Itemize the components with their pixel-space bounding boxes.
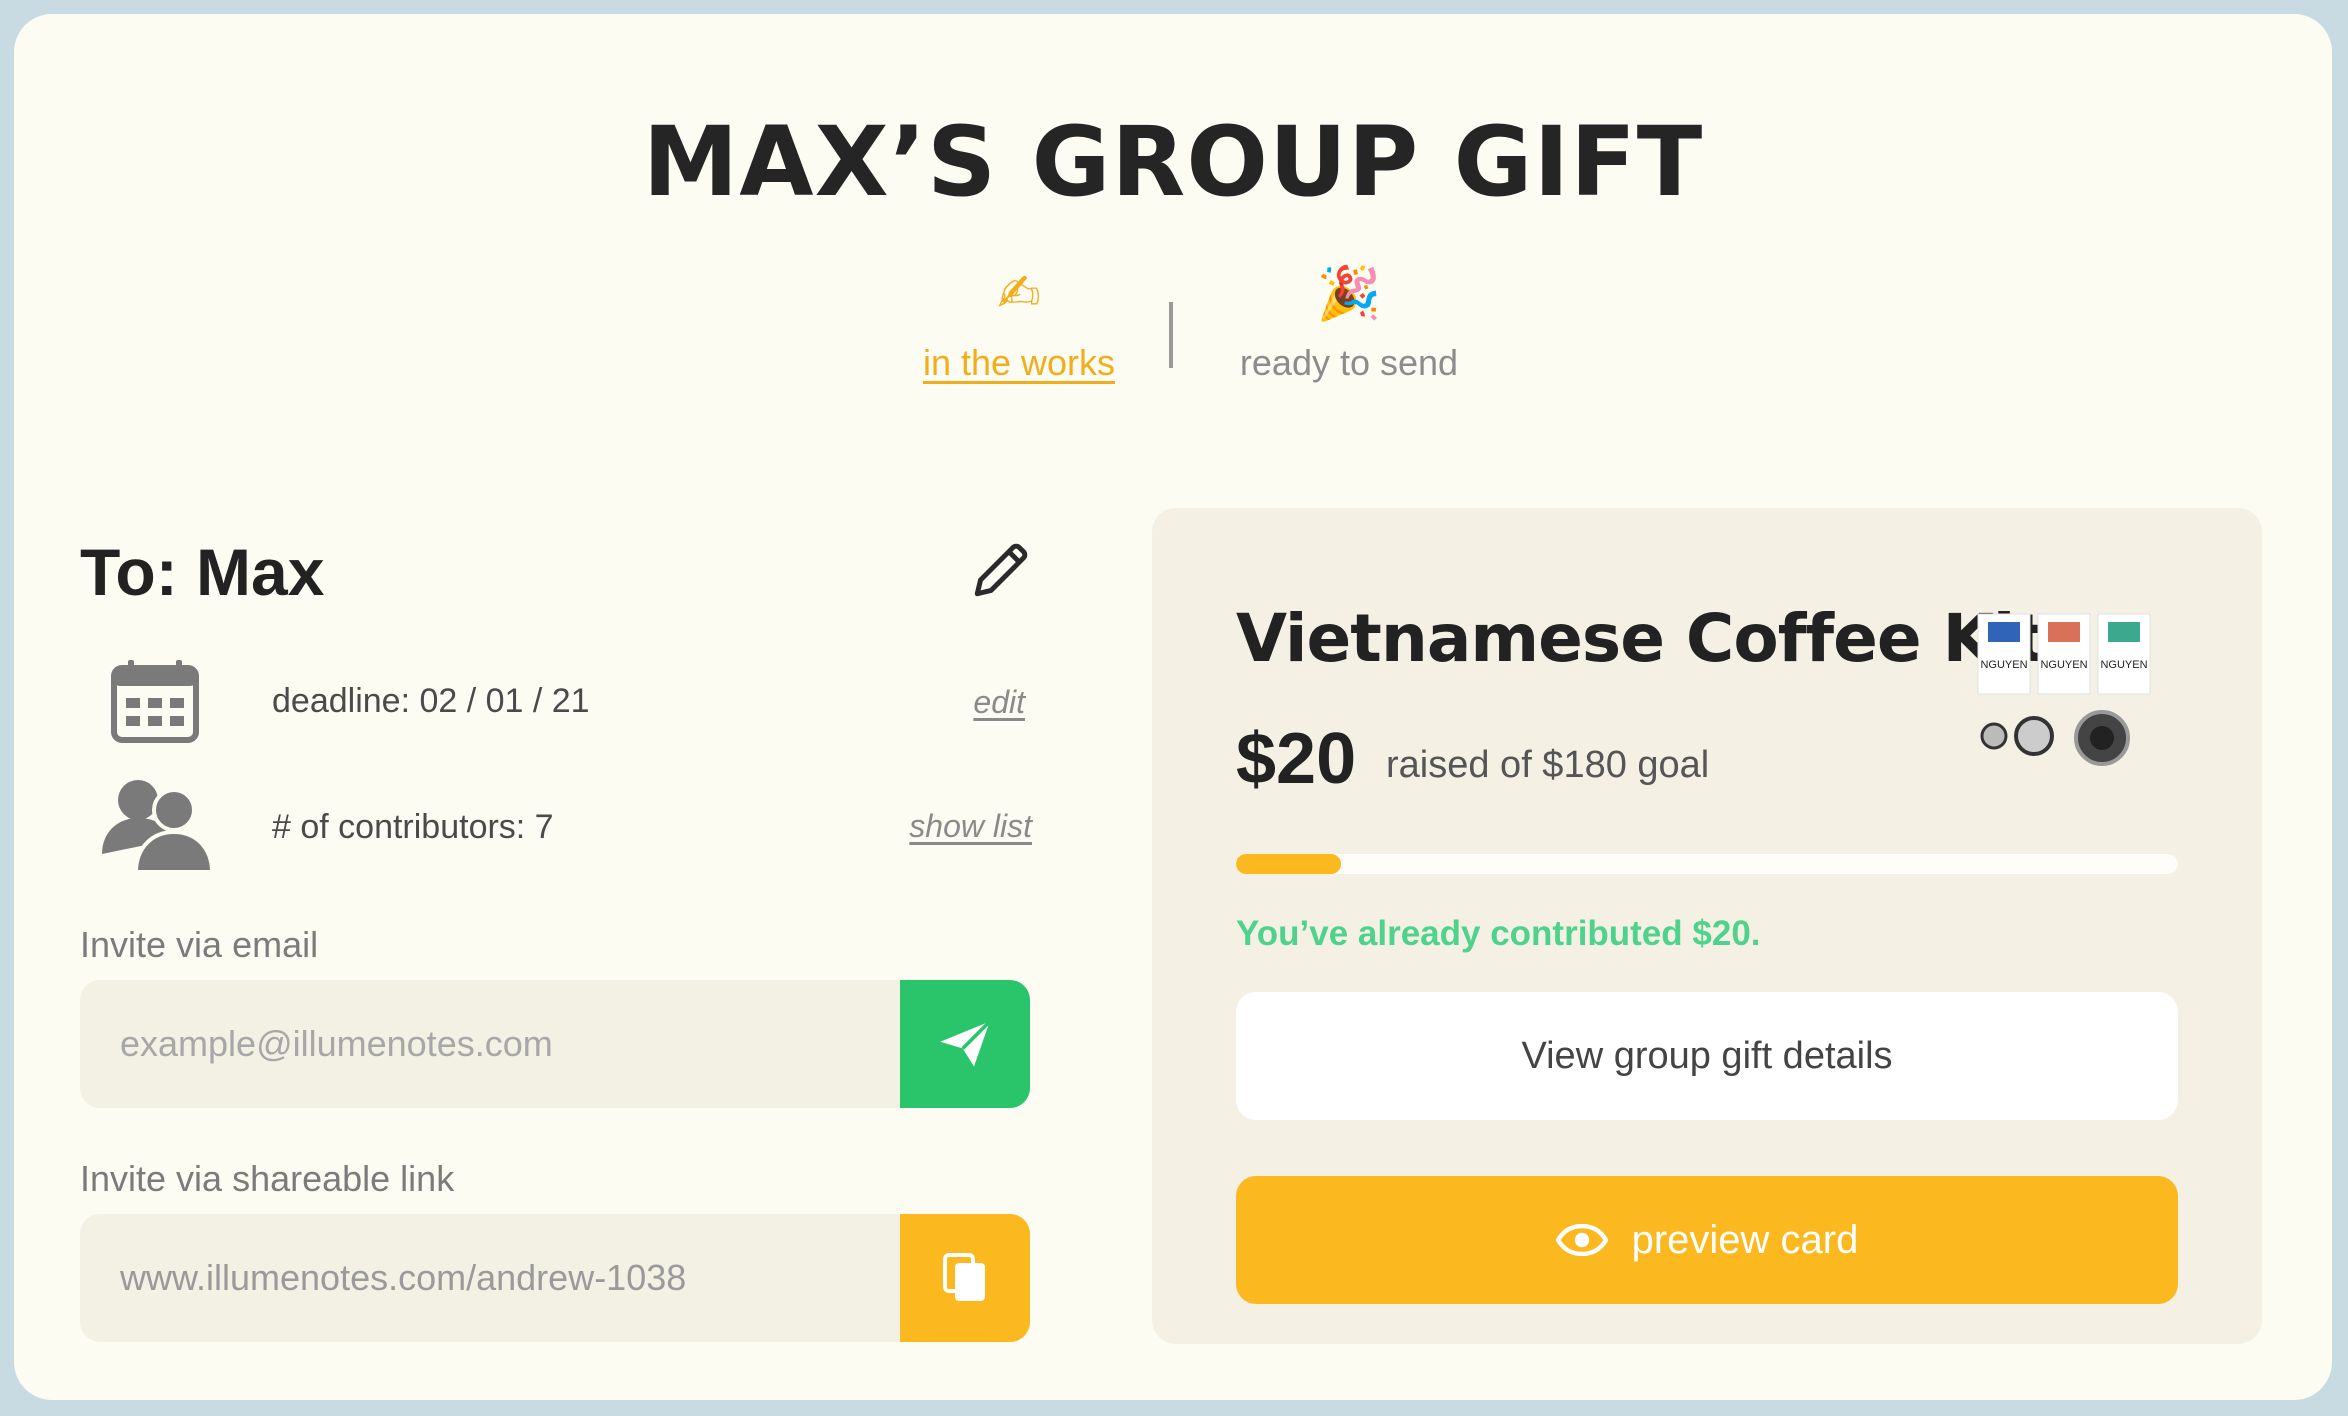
invite-email-label: Invite via email <box>80 924 319 965</box>
preview-card-label: preview card <box>1631 1217 1859 1262</box>
party-popper-icon: 🎉 <box>1316 264 1382 324</box>
copy-icon <box>943 1253 985 1301</box>
tab-ready-to-send[interactable]: 🎉 ready to send <box>1224 264 1474 384</box>
coffee-kit-image: NGUYEN NGUYEN NGUYEN <box>1977 613 2151 766</box>
invite-link-group <box>80 1214 1030 1342</box>
send-invite-button[interactable] <box>900 980 1030 1108</box>
gift-card: Vietnamese Coffee Kit NGUYEN NGUYEN NGUY… <box>1152 508 2262 1344</box>
tab-in-the-works[interactable]: ✍ in the works <box>894 264 1144 384</box>
email-input[interactable] <box>80 980 900 1108</box>
pencil-icon[interactable] <box>969 536 1035 602</box>
calendar-icon <box>111 660 199 743</box>
recipient-heading: To: Max <box>80 535 325 609</box>
gift-name: Vietnamese Coffee Kit <box>1236 600 2046 677</box>
product-label-2: NGUYEN <box>2040 659 2087 671</box>
raised-amount: $20 <box>1236 719 1357 799</box>
send-icon <box>940 1020 992 1067</box>
page-title: MAX’S GROUP GIFT <box>642 106 1704 218</box>
progress-fill <box>1236 854 1341 874</box>
invite-email-group <box>80 980 1030 1108</box>
app-window: MAX’S GROUP GIFT ✍ in the works 🎉 ready … <box>14 14 2332 1400</box>
deadline-text: deadline: 02 / 01 / 21 <box>272 682 590 720</box>
people-icon <box>102 780 215 872</box>
tab-divider <box>1169 302 1173 368</box>
view-details-button[interactable]: View group gift details <box>1236 992 2178 1120</box>
product-label-3: NGUYEN <box>2100 659 2147 671</box>
copy-link-button[interactable] <box>900 1214 1030 1342</box>
edit-deadline-link[interactable]: edit <box>973 684 1025 721</box>
tab-in-the-works-label: in the works <box>922 342 1116 383</box>
product-label-1: NGUYEN <box>1980 659 2027 671</box>
show-list-link[interactable]: show list <box>909 808 1032 845</box>
tab-ready-to-send-label: ready to send <box>1239 342 1459 383</box>
preview-card-button[interactable]: preview card <box>1236 1176 2178 1304</box>
writing-hand-icon: ✍ <box>997 264 1041 324</box>
invite-link-label: Invite via shareable link <box>80 1158 455 1199</box>
goal-text: raised of $180 goal <box>1386 744 1710 786</box>
contribution-message: You’ve already contributed $20. <box>1236 914 1761 953</box>
eye-icon <box>1555 1224 1608 1256</box>
contributors-text: # of contributors: 7 <box>272 808 554 846</box>
share-link-field[interactable] <box>80 1214 900 1342</box>
progress-bar <box>1236 854 2178 874</box>
